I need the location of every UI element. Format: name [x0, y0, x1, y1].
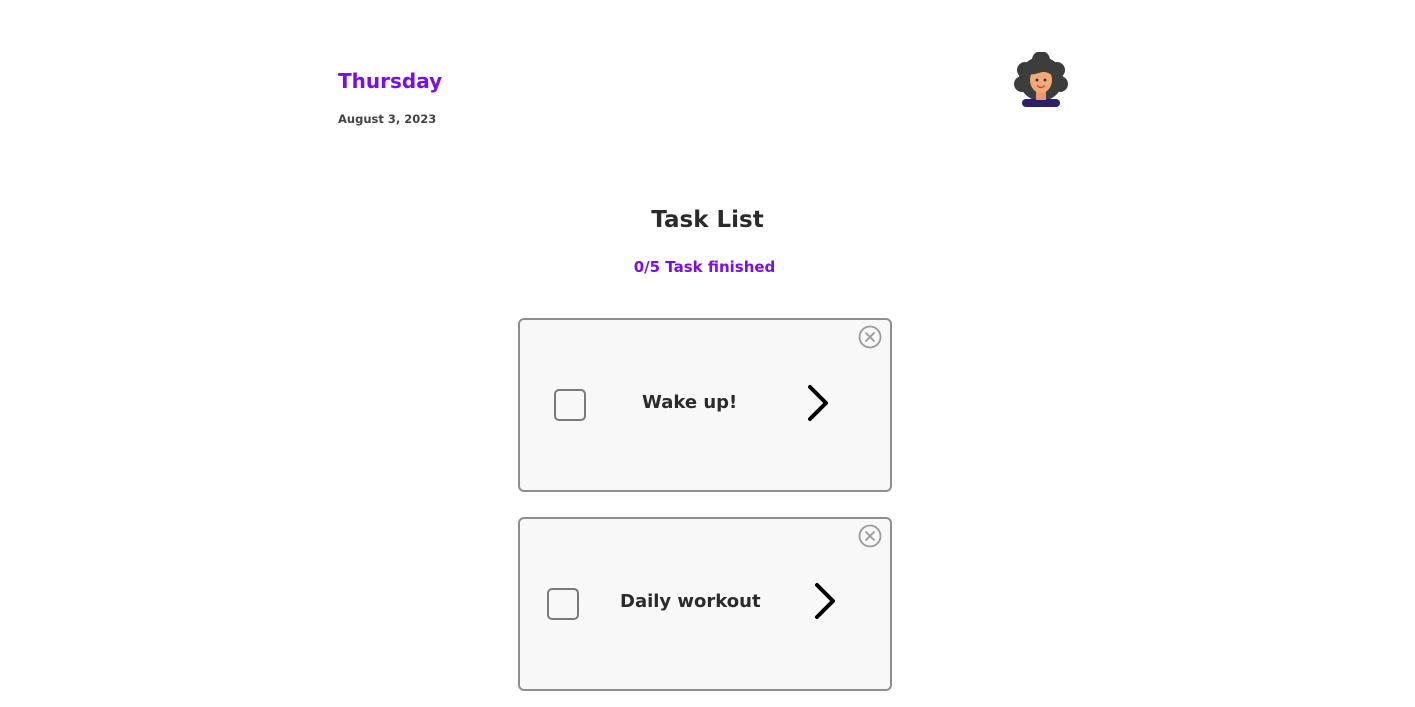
open-task-button[interactable]	[811, 581, 841, 621]
task-checkbox[interactable]	[547, 588, 579, 620]
date-text: August 3, 2023	[338, 112, 437, 126]
delete-task-button[interactable]	[858, 325, 882, 349]
task-card: Wake up!	[518, 318, 892, 492]
chevron-right-icon	[815, 583, 835, 619]
open-task-button[interactable]	[804, 383, 834, 423]
task-checkbox[interactable]	[554, 389, 586, 421]
close-circle-icon	[858, 524, 882, 548]
chevron-right-icon	[808, 385, 828, 421]
page-title: Task List	[651, 207, 764, 233]
task-label: Wake up!	[642, 392, 738, 413]
page: Thursday August 3, 2023 Task List 0/5 Ta…	[0, 0, 1415, 707]
task-progress-text: 0/5 Task finished	[633, 258, 776, 276]
delete-task-button[interactable]	[858, 524, 882, 548]
day-heading: Thursday	[338, 69, 443, 93]
avatar[interactable]	[1012, 51, 1070, 110]
user-avatar-icon	[1014, 51, 1068, 107]
close-circle-icon	[858, 325, 882, 349]
task-label: Daily workout	[620, 591, 761, 612]
task-card: Daily workout	[518, 517, 892, 691]
